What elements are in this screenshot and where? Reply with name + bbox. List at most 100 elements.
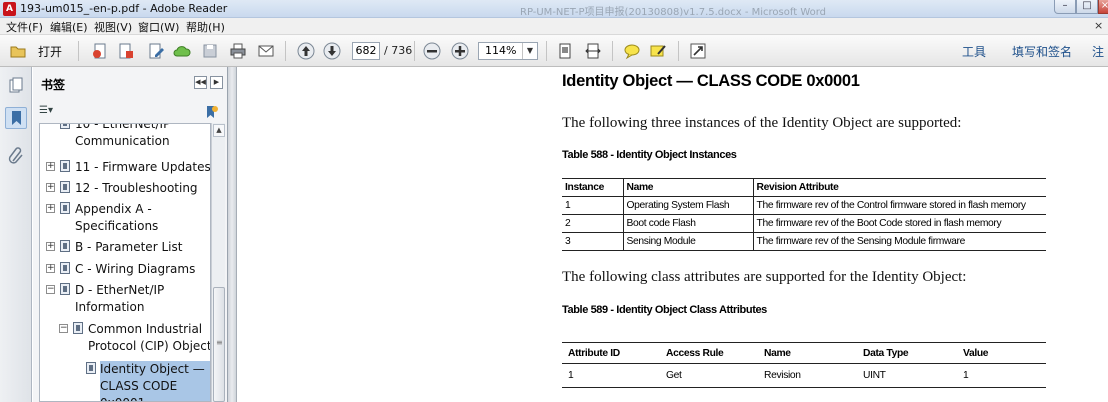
export-pdf-icon[interactable] bbox=[116, 41, 136, 61]
open-button-label[interactable]: 打开 bbox=[38, 43, 62, 60]
panel-splitter[interactable] bbox=[228, 67, 237, 402]
maximize-button[interactable]: □ bbox=[1076, 0, 1098, 14]
bookmark-item-selected[interactable]: Identity Object — CLASS CODE 0x0001 bbox=[40, 360, 210, 401]
next-page-icon[interactable] bbox=[322, 41, 342, 61]
toolbar-separator bbox=[285, 41, 286, 61]
edit-pdf-icon[interactable] bbox=[146, 41, 166, 61]
bookmark-icon bbox=[60, 181, 70, 193]
bookmark-label: CLASS CODE bbox=[100, 378, 210, 395]
expand-icon[interactable]: + bbox=[46, 242, 55, 251]
window-title: 193-um015_-en-p.pdf - Adobe Reader bbox=[20, 2, 228, 15]
close-button[interactable]: × bbox=[1098, 0, 1108, 14]
expand-icon[interactable]: + bbox=[46, 264, 55, 273]
bookmark-label: C - Wiring Diagrams bbox=[75, 262, 196, 276]
bookmark-item[interactable]: + C - Wiring Diagrams bbox=[40, 260, 210, 281]
zoom-select[interactable]: 114% ▼ bbox=[478, 42, 538, 60]
column-header: Data Type bbox=[863, 347, 909, 359]
options-menu-icon[interactable]: ☰▾ bbox=[39, 105, 61, 119]
bookmark-label: 12 - Troubleshooting bbox=[75, 181, 198, 195]
column-header: Name bbox=[764, 347, 791, 359]
bookmarks-icon[interactable] bbox=[5, 107, 27, 129]
expand-icon[interactable]: + bbox=[46, 204, 55, 213]
column-header: Instance bbox=[565, 182, 604, 193]
bookmark-label: Identity Object — bbox=[100, 361, 210, 378]
bookmark-icon bbox=[73, 322, 83, 334]
bookmark-item[interactable]: + 11 - Firmware Updates bbox=[40, 158, 210, 179]
full-screen-icon[interactable] bbox=[688, 41, 708, 61]
document-close-icon[interactable]: × bbox=[1094, 19, 1103, 32]
table-cell: Sensing Module bbox=[622, 232, 753, 251]
bookmark-item[interactable]: − D - EtherNet/IP Information bbox=[40, 281, 210, 319]
expand-icon[interactable]: + bbox=[46, 162, 55, 171]
menu-view[interactable]: 视图(V) bbox=[94, 19, 132, 35]
open-folder-icon[interactable] bbox=[8, 41, 28, 61]
menu-file[interactable]: 文件(F) bbox=[6, 19, 43, 35]
scroll-thumb[interactable]: ≡ bbox=[213, 287, 225, 402]
title-bar: A 193-um015_-en-p.pdf - Adobe Reader RP-… bbox=[0, 0, 1108, 18]
bookmark-icon bbox=[60, 202, 70, 214]
attachments-icon[interactable] bbox=[5, 145, 27, 167]
bookmark-label: Appendix A - bbox=[75, 202, 152, 216]
table-cell: The firmware rev of the Boot Code stored… bbox=[752, 214, 1046, 233]
bookmark-item[interactable]: + 12 - Troubleshooting bbox=[40, 179, 210, 200]
menu-edit[interactable]: 编辑(E) bbox=[50, 19, 88, 35]
zoom-in-icon[interactable] bbox=[450, 41, 470, 61]
collapse-icon[interactable]: − bbox=[46, 285, 55, 294]
main-toolbar: 打开 682 / 736 114% ▼ 工具 填写和签名 注 bbox=[0, 35, 1108, 67]
expand-panel-icon[interactable]: ▶ bbox=[210, 76, 223, 89]
bookmark-item[interactable]: + Appendix A - Specifications bbox=[40, 200, 210, 238]
bookmark-label: 10 - EtherNet/IP bbox=[75, 123, 171, 131]
menu-window[interactable]: 窗口(W) bbox=[138, 19, 179, 35]
fill-sign-button[interactable]: 填写和签名 bbox=[1012, 43, 1072, 60]
comment-button[interactable]: 注 bbox=[1092, 43, 1104, 60]
save-icon[interactable] bbox=[200, 41, 220, 61]
scroll-up-icon[interactable]: ▲ bbox=[213, 124, 225, 137]
column-header: Access Rule bbox=[666, 347, 724, 359]
bookmarks-toolbar: ☰▾ bbox=[33, 103, 228, 123]
bookmarks-scrollbar[interactable]: ▲ ≡ bbox=[211, 123, 225, 402]
section-heading: Identity Object — CLASS CODE 0x0001 bbox=[562, 72, 860, 90]
chevron-down-icon[interactable]: ▼ bbox=[522, 43, 537, 59]
document-view[interactable]: Identity Object — CLASS CODE 0x0001 The … bbox=[237, 67, 1108, 402]
new-bookmark-icon[interactable] bbox=[203, 105, 219, 119]
table-cell: 2 bbox=[565, 218, 571, 229]
toolbar-separator bbox=[546, 41, 547, 61]
background-window-title: RP-UM-NET-P项目申报(20130808)v1.7.5.docx - M… bbox=[520, 7, 827, 18]
comment-icon[interactable] bbox=[622, 41, 642, 61]
collapse-icon[interactable]: − bbox=[59, 324, 68, 333]
minimize-button[interactable]: – bbox=[1054, 0, 1076, 14]
instances-table: Instance Name Revision Attribute 1 Opera… bbox=[562, 178, 1046, 251]
print-icon[interactable] bbox=[228, 41, 248, 61]
toolbar-separator bbox=[414, 41, 415, 61]
create-pdf-icon[interactable] bbox=[90, 41, 110, 61]
bookmark-item[interactable]: 10 - EtherNet/IP Communication bbox=[40, 124, 210, 158]
expand-icon[interactable]: + bbox=[46, 183, 55, 192]
bookmarks-panel: 书签 ◀◀ ▶ ☰▾ 10 - EtherNet/IP Communicatio… bbox=[33, 67, 228, 402]
table-cell: 3 bbox=[565, 236, 571, 247]
table-row: 1 Get Revision UINT 1 bbox=[562, 364, 1046, 388]
menu-help[interactable]: 帮助(H) bbox=[186, 19, 225, 35]
pdf-app-icon: A bbox=[3, 2, 16, 16]
tools-button[interactable]: 工具 bbox=[962, 43, 986, 60]
fit-width-icon[interactable] bbox=[583, 41, 603, 61]
bookmark-label: 0x0001 bbox=[100, 395, 210, 401]
adobe-reader-window: A 193-um015_-en-p.pdf - Adobe Reader RP-… bbox=[0, 0, 1108, 402]
email-icon[interactable] bbox=[256, 41, 276, 61]
toolbar-separator bbox=[612, 41, 613, 61]
fit-page-icon[interactable] bbox=[555, 41, 575, 61]
bookmark-icon bbox=[86, 362, 96, 374]
page-number-input[interactable]: 682 bbox=[352, 42, 380, 60]
collapse-panel-icon[interactable]: ◀◀ bbox=[194, 76, 207, 89]
bookmark-label: Common Industrial bbox=[88, 322, 203, 336]
bookmark-label: Protocol (CIP) Objects bbox=[88, 339, 211, 353]
column-header: Value bbox=[963, 347, 989, 359]
toolbar-separator bbox=[678, 41, 679, 61]
zoom-out-icon[interactable] bbox=[422, 41, 442, 61]
table-cell: 1 bbox=[963, 370, 969, 381]
page-thumbnails-icon[interactable] bbox=[5, 75, 27, 97]
previous-page-icon[interactable] bbox=[296, 41, 316, 61]
cloud-upload-icon[interactable] bbox=[172, 41, 192, 61]
bookmark-item[interactable]: − Common Industrial Protocol (CIP) Objec… bbox=[40, 320, 210, 358]
highlight-icon[interactable] bbox=[648, 41, 668, 61]
bookmark-item[interactable]: + B - Parameter List bbox=[40, 238, 210, 260]
